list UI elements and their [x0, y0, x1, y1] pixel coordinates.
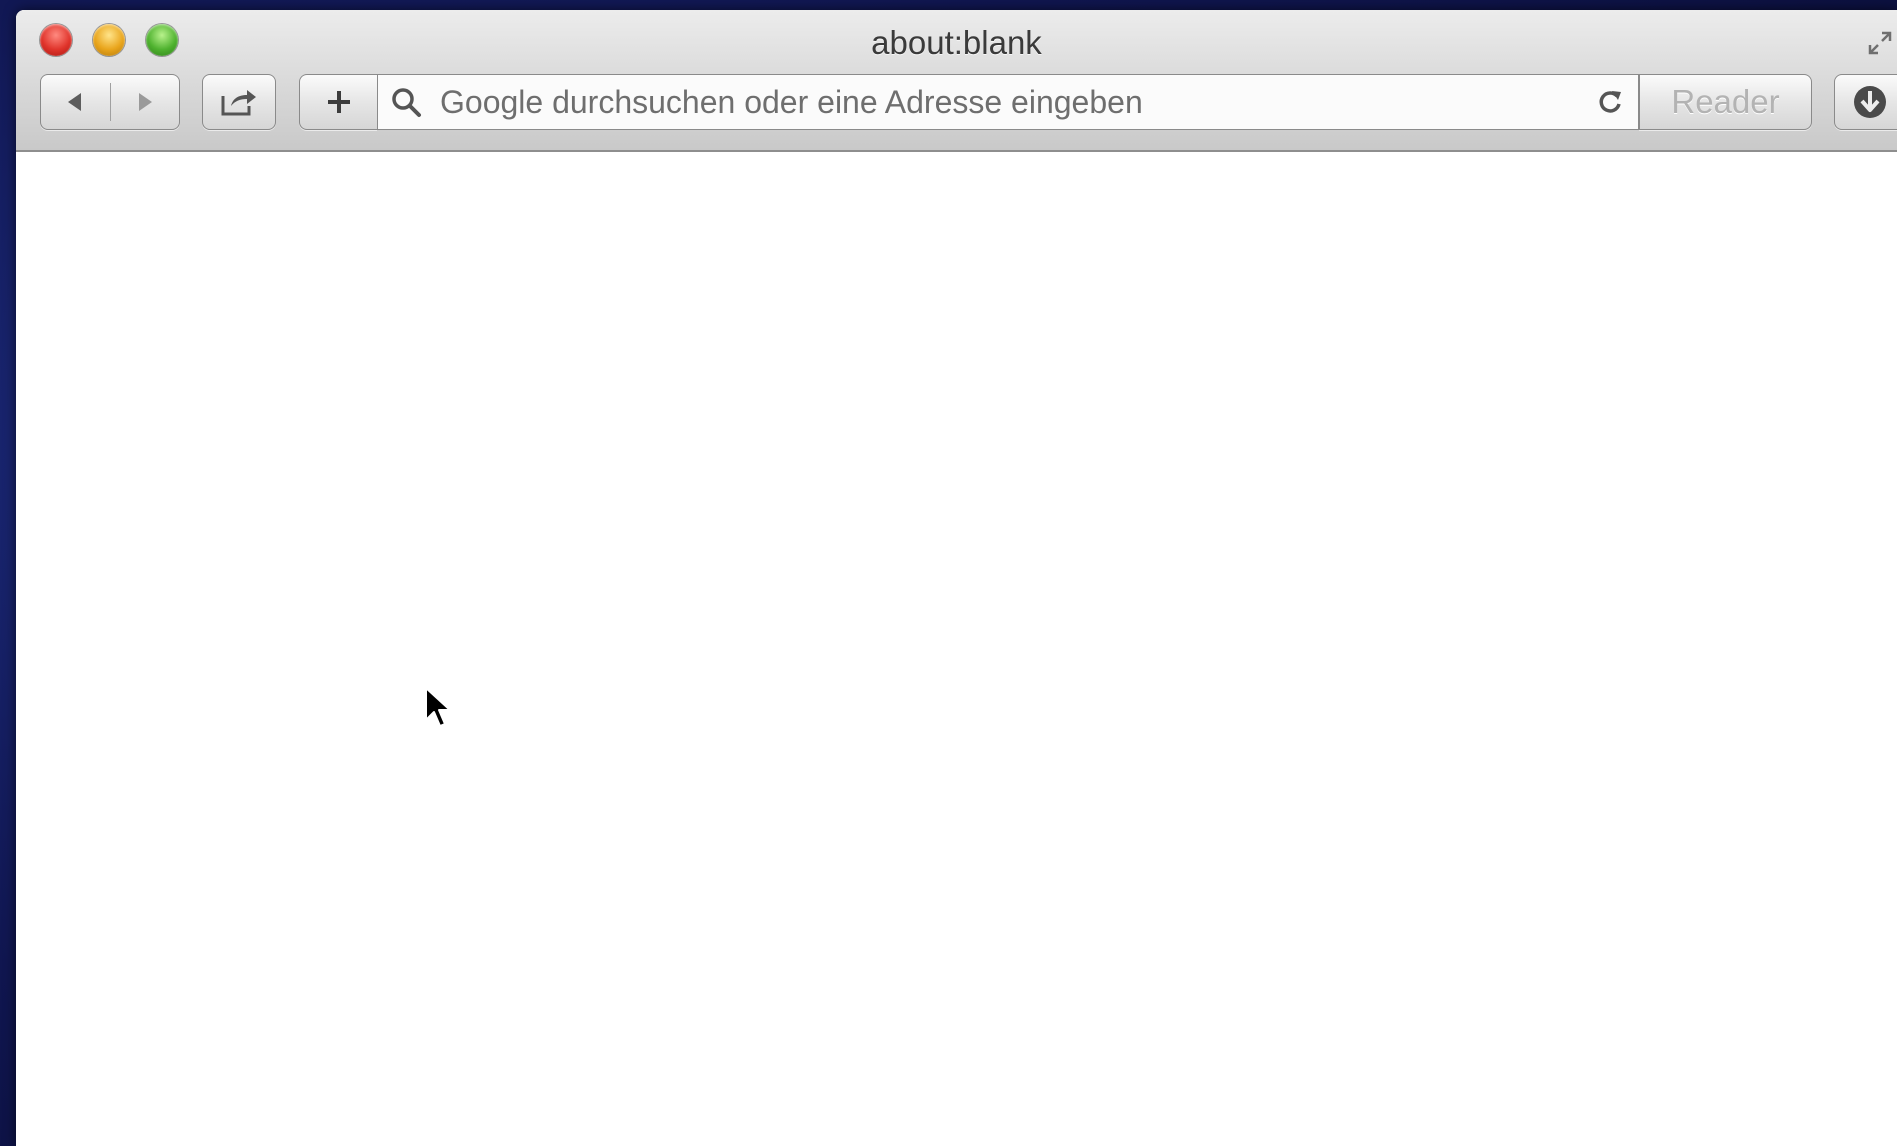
- plus-icon: [327, 91, 350, 113]
- fullscreen-icon[interactable]: [1863, 26, 1897, 60]
- share-icon: [221, 90, 256, 116]
- reload-button[interactable]: [1582, 75, 1638, 129]
- page-content[interactable]: [16, 152, 1897, 1146]
- forward-button[interactable]: [111, 75, 180, 129]
- address-input[interactable]: [434, 75, 1582, 129]
- address-bar[interactable]: [377, 74, 1639, 130]
- add-bookmark-button[interactable]: [299, 74, 377, 130]
- share-button[interactable]: [202, 74, 276, 130]
- downloads-button[interactable]: [1834, 74, 1897, 130]
- back-button[interactable]: [41, 75, 110, 129]
- search-icon: [378, 75, 434, 129]
- reload-icon: [1599, 91, 1621, 113]
- mouse-cursor-icon: [425, 687, 451, 727]
- forward-arrow-icon: [138, 93, 152, 111]
- back-arrow-icon: [68, 93, 82, 111]
- navigation-group: [40, 74, 180, 130]
- window-title: about:blank: [871, 24, 1042, 61]
- title-bar: about:blank Google durchsuchen oder eine…: [16, 10, 1897, 152]
- download-icon: [1854, 86, 1886, 118]
- browser-window: about:blank Google durchsuchen oder eine…: [16, 10, 1897, 1146]
- reader-button[interactable]: Reader: [1639, 74, 1812, 130]
